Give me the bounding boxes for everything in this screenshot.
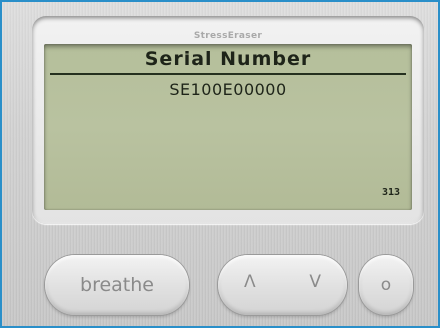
- down-arrow-icon[interactable]: V: [309, 272, 321, 292]
- title-divider: [50, 73, 406, 75]
- brand-label: StressEraser: [193, 31, 263, 41]
- serial-number-value: SE100E00000: [169, 80, 287, 99]
- navigation-button[interactable]: Λ V: [218, 255, 347, 315]
- breathe-button[interactable]: breathe: [45, 255, 189, 315]
- screen-code: 313: [381, 187, 400, 198]
- stresseraser-device: StressEraser Serial Number SE100E00000 3…: [0, 0, 440, 328]
- screen-bezel: StressEraser Serial Number SE100E00000 3…: [32, 16, 424, 224]
- up-arrow-icon[interactable]: Λ: [244, 272, 256, 292]
- screen-title: Serial Number: [144, 48, 312, 70]
- lcd-display: Serial Number SE100E00000 313: [44, 44, 412, 210]
- select-button[interactable]: o: [359, 255, 413, 315]
